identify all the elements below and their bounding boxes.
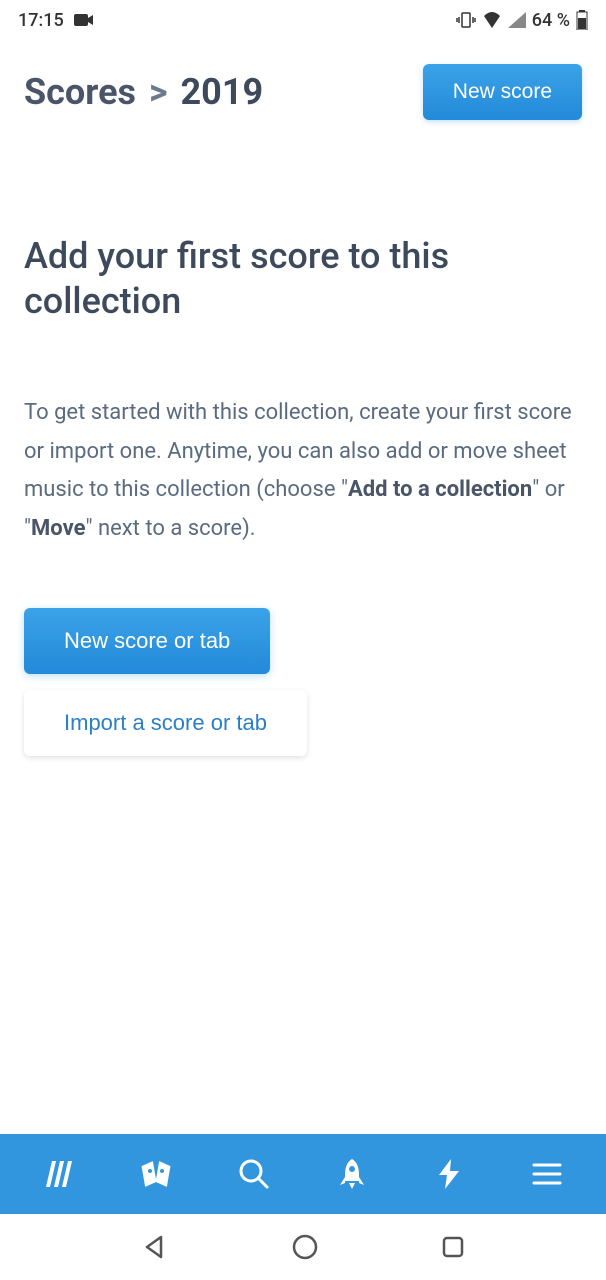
status-bar: 17:15 64 % (0, 0, 606, 40)
menu-nav-item[interactable] (519, 1146, 575, 1202)
signal-icon (508, 12, 526, 28)
status-right: 64 % (456, 10, 588, 31)
description-bold2: Move (31, 516, 85, 541)
description-part3: " next to a score). (85, 516, 255, 541)
description-text: To get started with this collection, cre… (24, 394, 582, 548)
new-score-or-tab-button[interactable]: New score or tab (24, 608, 270, 674)
bottom-nav (0, 1134, 606, 1214)
logo-nav-item[interactable] (31, 1146, 87, 1202)
new-score-button[interactable]: New score (423, 64, 582, 120)
breadcrumb-root[interactable]: Scores (24, 71, 136, 113)
scores-nav-item[interactable] (128, 1146, 184, 1202)
breadcrumb-current: 2019 (181, 71, 264, 113)
breadcrumb: Scores > 2019 (24, 71, 263, 113)
battery-percent: 64 % (532, 10, 570, 31)
video-camera-icon (74, 13, 94, 27)
page-header: Scores > 2019 New score (0, 40, 606, 134)
system-recent-button[interactable] (441, 1235, 465, 1259)
system-back-button[interactable] (141, 1233, 169, 1261)
status-left: 17:15 (18, 10, 94, 31)
wifi-icon (482, 12, 502, 28)
system-home-button[interactable] (291, 1233, 319, 1261)
description-bold1: Add to a collection (348, 477, 532, 502)
section-title: Add your first score to this collection (24, 234, 582, 324)
search-nav-item[interactable] (226, 1146, 282, 1202)
battery-icon (576, 10, 588, 30)
main-content: Add your first score to this collection … (0, 134, 606, 1134)
vibrate-icon (456, 11, 476, 29)
status-time: 17:15 (18, 10, 64, 31)
rocket-nav-item[interactable] (324, 1146, 380, 1202)
bolt-nav-item[interactable] (421, 1146, 477, 1202)
import-score-button[interactable]: Import a score or tab (24, 690, 307, 756)
breadcrumb-separator: > (149, 71, 168, 113)
action-buttons: New score or tab Import a score or tab (24, 608, 582, 756)
system-nav (0, 1214, 606, 1280)
